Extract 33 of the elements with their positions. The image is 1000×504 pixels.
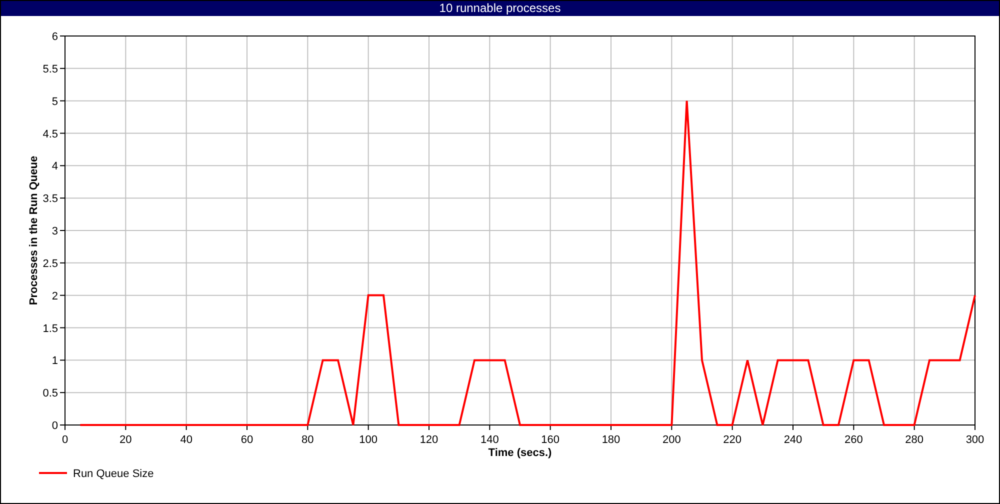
y-tick-label: 3.5 — [42, 193, 58, 206]
x-tick-label: 160 — [541, 434, 560, 446]
y-axis-title: Processes in the Run Queue — [28, 156, 40, 306]
x-tick-label: 180 — [602, 434, 620, 446]
y-tick-label: 5.5 — [42, 63, 58, 76]
y-tick-label: 0.5 — [42, 388, 58, 400]
x-tick-label: 60 — [240, 434, 254, 446]
x-tick-label: 300 — [966, 434, 984, 446]
x-tick-label: 280 — [905, 434, 924, 446]
y-tick-label: 6 — [52, 31, 58, 43]
x-tick-label: 40 — [180, 434, 192, 446]
x-tick-label: 0 — [62, 434, 68, 446]
x-tick-label: 120 — [420, 434, 438, 446]
y-tick-label: 2.5 — [42, 258, 58, 270]
y-tick-label: 4.5 — [42, 128, 58, 140]
y-tick-label: 3 — [52, 226, 58, 238]
y-tick-label: 2 — [52, 290, 58, 302]
window-title: 10 runnable processes — [1, 1, 999, 16]
x-tick-label: 100 — [359, 434, 378, 446]
y-tick-label: 5 — [52, 96, 58, 108]
x-tick-label: 240 — [784, 434, 802, 446]
x-tick-label: 260 — [844, 434, 863, 446]
y-tick-label: 4 — [52, 160, 58, 173]
x-tick-label: 200 — [662, 434, 681, 446]
legend-label: Run Queue Size — [73, 468, 154, 480]
x-axis-title: Time (secs.) — [488, 447, 552, 459]
y-tick-label: 0 — [52, 420, 58, 432]
x-tick-label: 220 — [723, 434, 742, 446]
y-tick-label: 1.5 — [42, 322, 58, 335]
x-tick-label: 20 — [120, 434, 132, 446]
y-tick-label: 1 — [52, 355, 58, 368]
x-tick-label: 80 — [302, 434, 314, 446]
x-tick-label: 140 — [480, 434, 499, 446]
